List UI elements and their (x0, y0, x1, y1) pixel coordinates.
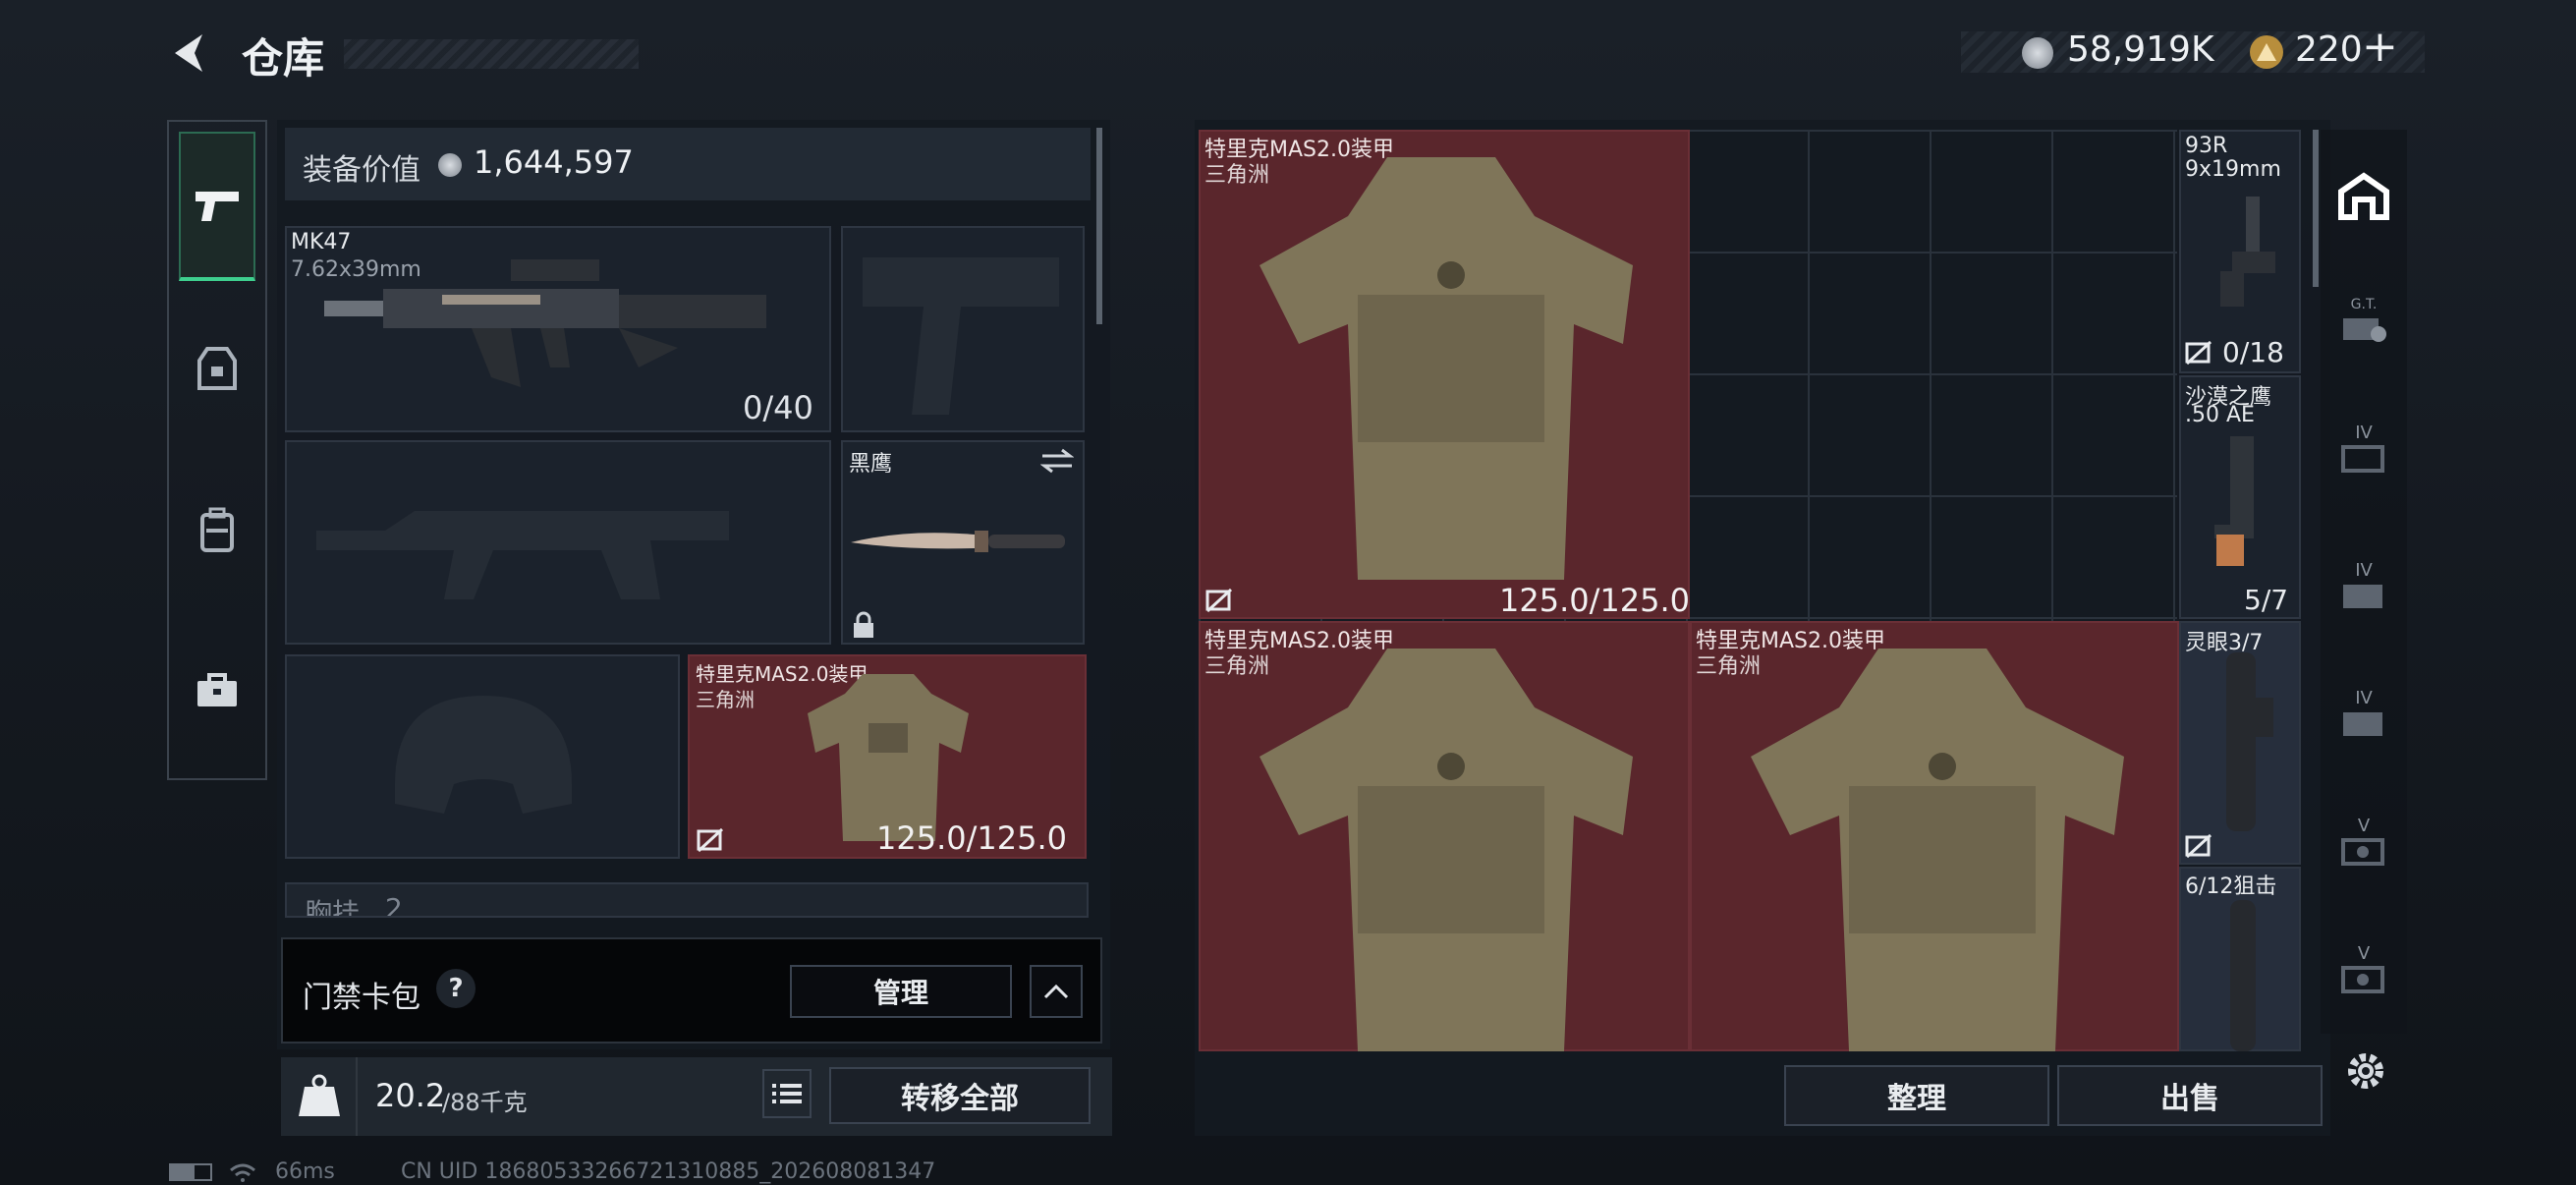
sort-button[interactable]: 整理 (1784, 1065, 2049, 1126)
stash-tab-v-2-label: V (2357, 942, 2371, 964)
tab-backpack[interactable] (179, 456, 255, 603)
weight-divider (356, 1057, 358, 1136)
rifle-silhouette-icon (316, 511, 729, 599)
folder-icon (2343, 584, 2382, 608)
pistol-icon (196, 192, 239, 221)
stash-tab-iv-1-label: IV (2355, 422, 2373, 443)
side-item-3-image (2197, 649, 2285, 835)
side-item-3-no-repair-icon (2185, 833, 2212, 859)
chest-rig-row[interactable]: 胸挂 2 (285, 882, 1089, 918)
warehouse-icon (2338, 172, 2389, 220)
chest-rig-count: 2 (385, 892, 403, 918)
side-item-2-count: 5/7 (2244, 584, 2289, 616)
folder-icon (2341, 444, 2384, 473)
side-item-1-sub: 9x19mm (2185, 157, 2281, 182)
armor-slot-map: 三角洲 (696, 688, 755, 711)
secondary-weapon-slot[interactable] (285, 440, 831, 645)
stash-tab-iv-3-label: IV (2355, 687, 2373, 708)
stash-item-1-durability: 125.0/125.0 (1499, 582, 1690, 619)
stash-tab-v-2[interactable]: V (2328, 933, 2399, 1002)
side-item-4-image (2209, 896, 2277, 1051)
stash-item-2-image (1240, 639, 1651, 1051)
folder-icon (2341, 965, 2384, 993)
stash-tab-v-1[interactable]: V (2328, 806, 2399, 875)
weight-icon (295, 1071, 344, 1120)
lock-icon (851, 611, 876, 639)
chevron-up-icon (1043, 984, 1069, 999)
stash-tab-iv-2[interactable]: IV (2328, 550, 2399, 619)
help-button[interactable]: ? (436, 969, 476, 1008)
value-coin-icon (438, 153, 462, 177)
stash-tab-iv-3[interactable]: IV (2328, 678, 2399, 747)
vest-icon (197, 347, 237, 390)
coin-icon (2022, 37, 2053, 69)
side-item-1-no-repair-icon (2185, 340, 2212, 366)
page-title: 仓库 (242, 34, 325, 83)
side-item-1-name: 93R (2185, 134, 2228, 158)
equipment-value-label: 装备价值 (303, 153, 420, 188)
sidearm-slot[interactable] (841, 226, 1085, 432)
folder-icon (2343, 711, 2382, 736)
side-item-1-image (2197, 193, 2285, 310)
settings-button[interactable] (2338, 1044, 2393, 1099)
collapse-button[interactable] (1030, 965, 1083, 1018)
helmet-slot[interactable] (285, 654, 680, 859)
keycard-label: 门禁卡包 (303, 981, 420, 1015)
armor-slot-durability: 125.0/125.0 (876, 819, 1067, 857)
weight-current: 20.2 (375, 1077, 446, 1114)
gold-triangle-icon (2250, 35, 2283, 69)
add-currency-button[interactable]: + (2362, 22, 2398, 72)
rifle-image (324, 240, 796, 417)
wifi-icon (228, 1161, 257, 1183)
chest-rig-label: 胸挂 (305, 897, 361, 918)
stash-item-1-no-repair-icon (1204, 588, 1234, 613)
folder-icon (2341, 837, 2384, 866)
weight-max: /88千克 (442, 1089, 528, 1116)
ping-text: 66ms (275, 1159, 335, 1184)
currency-coins: 58,919K (2067, 29, 2214, 70)
side-item-2-sub: .50 AE (2185, 403, 2255, 427)
stash-scrollbar[interactable] (2313, 130, 2319, 287)
stash-tab-gt[interactable]: G.T. (2328, 285, 2399, 354)
backpack-icon (200, 507, 234, 552)
stash-tab-v-1-label: V (2357, 815, 2371, 836)
stash-tab-all[interactable] (2328, 157, 2399, 236)
stash-tab-iv-1[interactable]: IV (2328, 413, 2399, 481)
stash-tab-iv-2-label: IV (2355, 559, 2373, 581)
back-arrow-icon (175, 34, 202, 72)
title-decor (344, 39, 639, 69)
list-icon (772, 1084, 802, 1103)
transfer-all-button[interactable]: 转移全部 (829, 1067, 1091, 1124)
folder-icon (2343, 318, 2386, 342)
battery-icon (169, 1163, 212, 1181)
stash-tab-gt-label: G.T. (2350, 297, 2378, 312)
pistol-silhouette-icon (863, 257, 1059, 415)
list-view-button[interactable] (762, 1069, 812, 1118)
gear-icon (2348, 1053, 2383, 1089)
no-repair-icon (696, 827, 725, 853)
stash-item-3-image (1731, 639, 2142, 1051)
back-button[interactable] (165, 28, 214, 79)
side-item-1-count: 0/18 (2222, 336, 2284, 368)
side-item-2-image (2197, 432, 2285, 570)
currency-premium: 220 (2295, 29, 2363, 70)
knife-image (847, 521, 1077, 560)
manage-button[interactable]: 管理 (790, 965, 1012, 1018)
helmet-silhouette-icon (395, 696, 572, 814)
tab-armor[interactable] (179, 295, 255, 442)
sell-button[interactable]: 出售 (2057, 1065, 2323, 1126)
primary-ammo-count: 0/40 (743, 389, 813, 426)
briefcase-icon (197, 673, 237, 706)
stash-item-1-image (1240, 147, 1651, 599)
panel-scrollbar[interactable] (1096, 128, 1102, 324)
help-icon: ? (448, 974, 464, 1003)
equipment-value: 1,644,597 (474, 143, 634, 181)
tab-weapons[interactable] (179, 132, 255, 281)
uid-text: CN UID 18680533266721310885_202608081347 (401, 1159, 936, 1184)
swap-icon[interactable] (1039, 446, 1075, 476)
tab-case[interactable] (179, 617, 255, 764)
melee-name: 黑鹰 (849, 452, 893, 477)
